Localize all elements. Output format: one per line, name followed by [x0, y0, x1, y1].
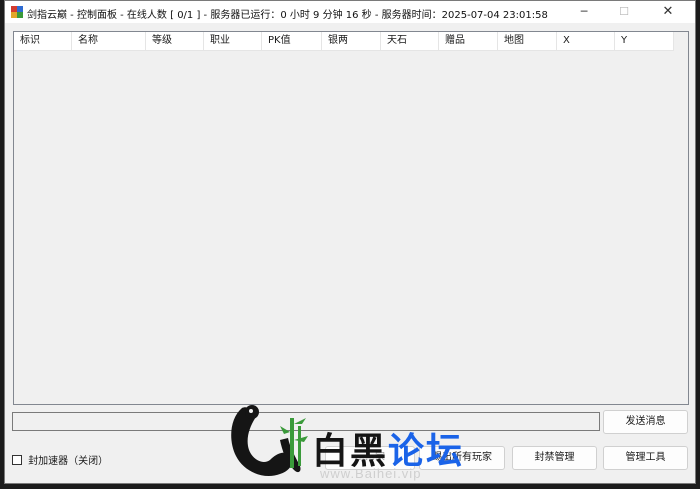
column-header-gift[interactable]: 赠品	[439, 32, 498, 50]
column-header-row: 标识 名称 等级 职业 PK值 银两 天石 赠品 地图 X Y	[14, 32, 674, 51]
column-header-x[interactable]: X	[557, 32, 615, 50]
accelerator-checkbox-label: 封加速器（关闭）	[28, 456, 109, 467]
panda-bamboo-icon	[231, 405, 308, 476]
accelerator-checkbox[interactable]: 封加速器（关闭）	[12, 452, 109, 467]
app-icon	[11, 6, 23, 18]
title-bar[interactable]: 剑指云巅 - 控制面板 - 在线人数 [ 0/1 ] - 服务器已运行：0 小时…	[5, 1, 695, 23]
column-header-id[interactable]: 标识	[14, 32, 72, 50]
send-message-button[interactable]: 发送消息	[603, 410, 688, 434]
column-header-tianshi[interactable]: 天石	[381, 32, 439, 50]
column-header-class[interactable]: 职业	[204, 32, 262, 50]
column-header-name[interactable]: 名称	[72, 32, 146, 50]
player-list[interactable]: 标识 名称 等级 职业 PK值 银两 天石 赠品 地图 X Y	[13, 31, 689, 405]
column-header-map[interactable]: 地图	[498, 32, 557, 50]
column-header-level[interactable]: 等级	[146, 32, 204, 50]
admin-tools-button[interactable]: 管理工具	[603, 446, 688, 470]
column-header-silver[interactable]: 银两	[322, 32, 381, 50]
close-button[interactable]: ✕	[649, 1, 687, 23]
column-header-pk[interactable]: PK值	[262, 32, 322, 50]
column-header-y[interactable]: Y	[615, 32, 674, 50]
window-title: 剑指云巅 - 控制面板 - 在线人数 [ 0/1 ] - 服务器已运行：0 小时…	[27, 10, 548, 21]
minimize-button[interactable]: ─	[565, 1, 603, 23]
ban-management-button[interactable]: 封禁管理	[512, 446, 597, 470]
watermark-url: www.Baihei.vip	[320, 466, 422, 481]
checkbox-box[interactable]	[12, 454, 22, 465]
watermark-logo: 白黑论坛 www.Baihei.vip	[222, 400, 482, 486]
maximize-button[interactable]: ☐	[605, 1, 643, 23]
